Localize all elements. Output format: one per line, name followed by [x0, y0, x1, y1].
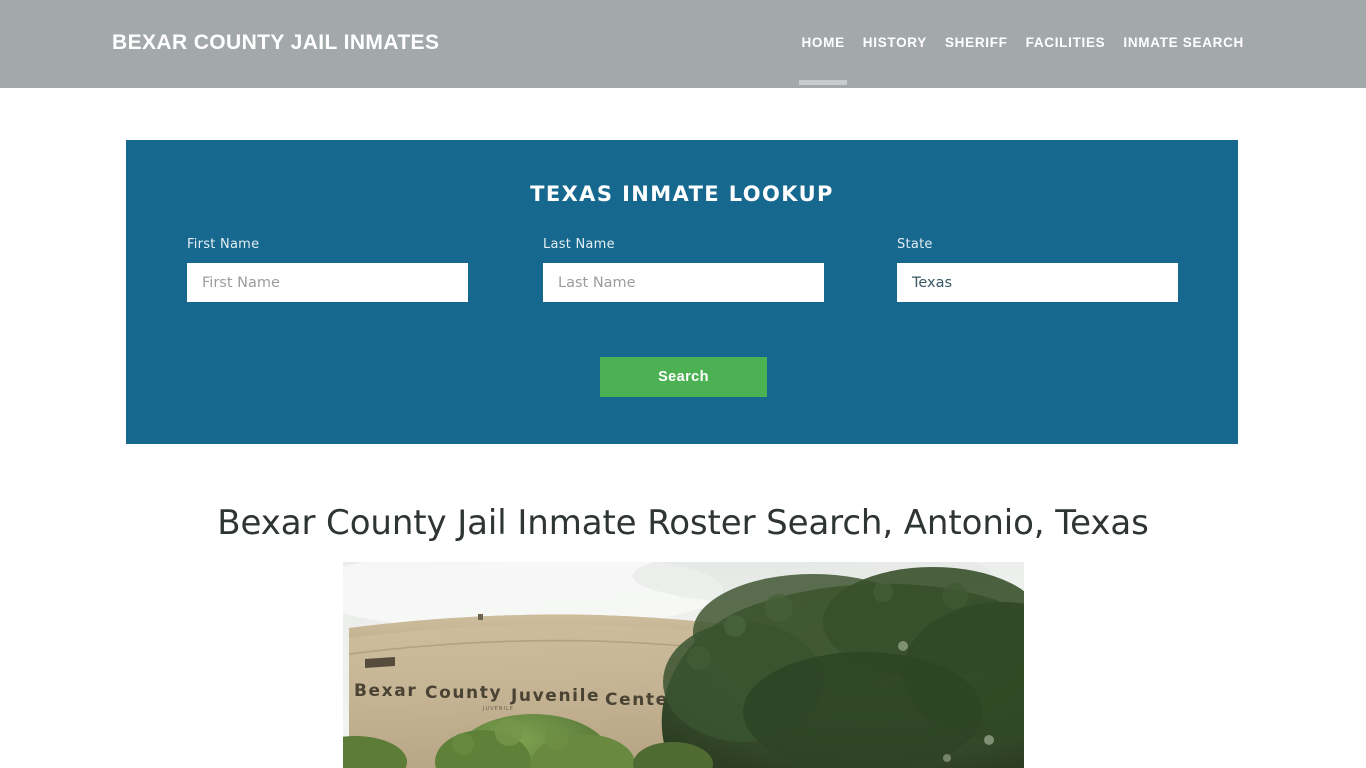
site-brand-logo[interactable]: BEXAR COUNTY JAIL INMATES [112, 31, 439, 55]
state-select[interactable]: Texas [897, 263, 1178, 302]
nav-item-history[interactable]: HISTORY [854, 33, 936, 53]
juvenile-center-photo: Bexar County Juvenile Center JUVENILE [343, 562, 1024, 768]
first-name-input[interactable] [187, 263, 468, 302]
last-name-field-group: Last Name [543, 237, 824, 302]
last-name-label: Last Name [543, 237, 615, 252]
svg-text:County: County [425, 683, 502, 703]
svg-text:Bexar: Bexar [354, 681, 417, 701]
page-title: Bexar County Jail Inmate Roster Search, … [217, 503, 1149, 543]
inmate-lookup-panel: TEXAS INMATE LOOKUP First Name Last Name… [126, 140, 1238, 444]
svg-text:Juvenile: Juvenile [510, 686, 600, 706]
first-name-label: First Name [187, 237, 260, 252]
lookup-panel-title: TEXAS INMATE LOOKUP [530, 182, 834, 206]
nav-item-facilities[interactable]: FACILITIES [1017, 33, 1115, 53]
state-field-group: State Texas [897, 237, 1178, 302]
primary-navigation: HOME HISTORY SHERIFF FACILITIES INMATE S… [792, 33, 1253, 53]
juvenile-center-photo-graphic: Bexar County Juvenile Center JUVENILE [343, 562, 1024, 768]
nav-item-home[interactable]: HOME [792, 33, 853, 53]
nav-item-inmate-search[interactable]: INMATE SEARCH [1114, 33, 1253, 53]
state-label: State [897, 237, 933, 252]
nav-item-sheriff[interactable]: SHERIFF [936, 33, 1017, 53]
first-name-field-group: First Name [187, 237, 468, 302]
svg-text:JUVENILE: JUVENILE [482, 706, 514, 712]
last-name-input[interactable] [543, 263, 824, 302]
search-button[interactable]: Search [600, 357, 767, 397]
site-header: BEXAR COUNTY JAIL INMATES HOME HISTORY S… [0, 0, 1366, 88]
